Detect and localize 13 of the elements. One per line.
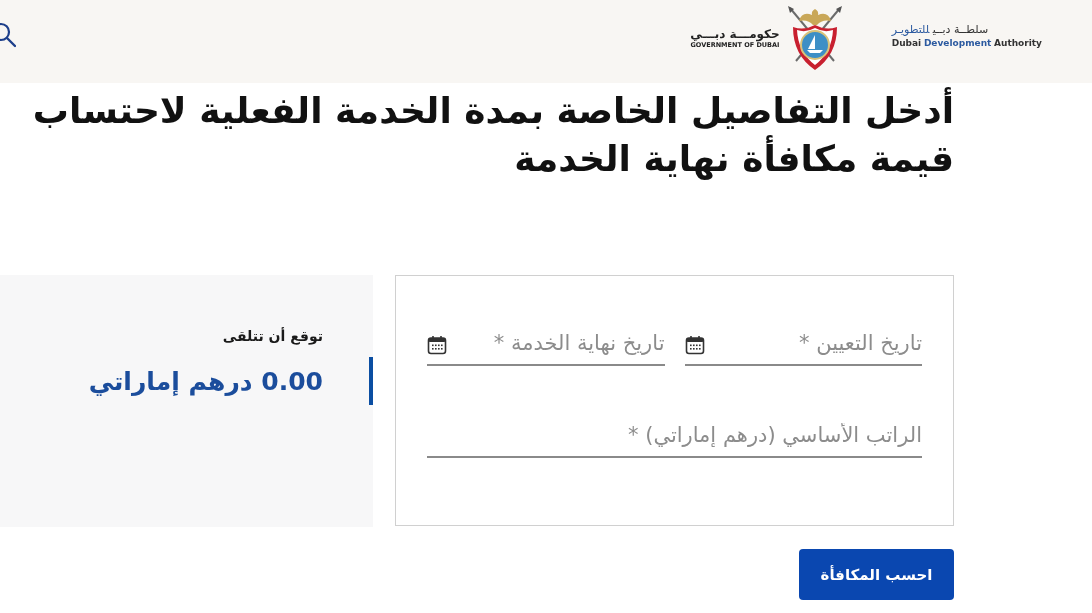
result-label: توقع أن تتلقى: [221, 326, 323, 347]
calculate-button[interactable]: احسب المكافأة: [799, 549, 954, 600]
search-icon[interactable]: [0, 22, 16, 48]
government-name-arabic: حكومـــة دبـــي: [690, 27, 780, 41]
date-field[interactable]: تاريخ التعيين *: [684, 326, 922, 366]
authority-name-english: Dubai Development Authority: [891, 37, 1042, 50]
page-heading: أدخل التفاصيل الخاصة بمدة الخدمة الفعلية لاحتساب قيمة مكافأة نهاية الخدمة: [0, 87, 1092, 183]
date-field[interactable]: تاريخ نهاية الخدمة *: [427, 326, 665, 366]
calendar-icon[interactable]: [684, 335, 705, 355]
calendar-icon[interactable]: [427, 335, 447, 355]
result-value: 0.00 درهم إماراتي: [88, 366, 323, 396]
authority-name-arabic: سلطــة دبــي للتطويـر: [891, 23, 989, 37]
accent-bar: [369, 357, 373, 405]
